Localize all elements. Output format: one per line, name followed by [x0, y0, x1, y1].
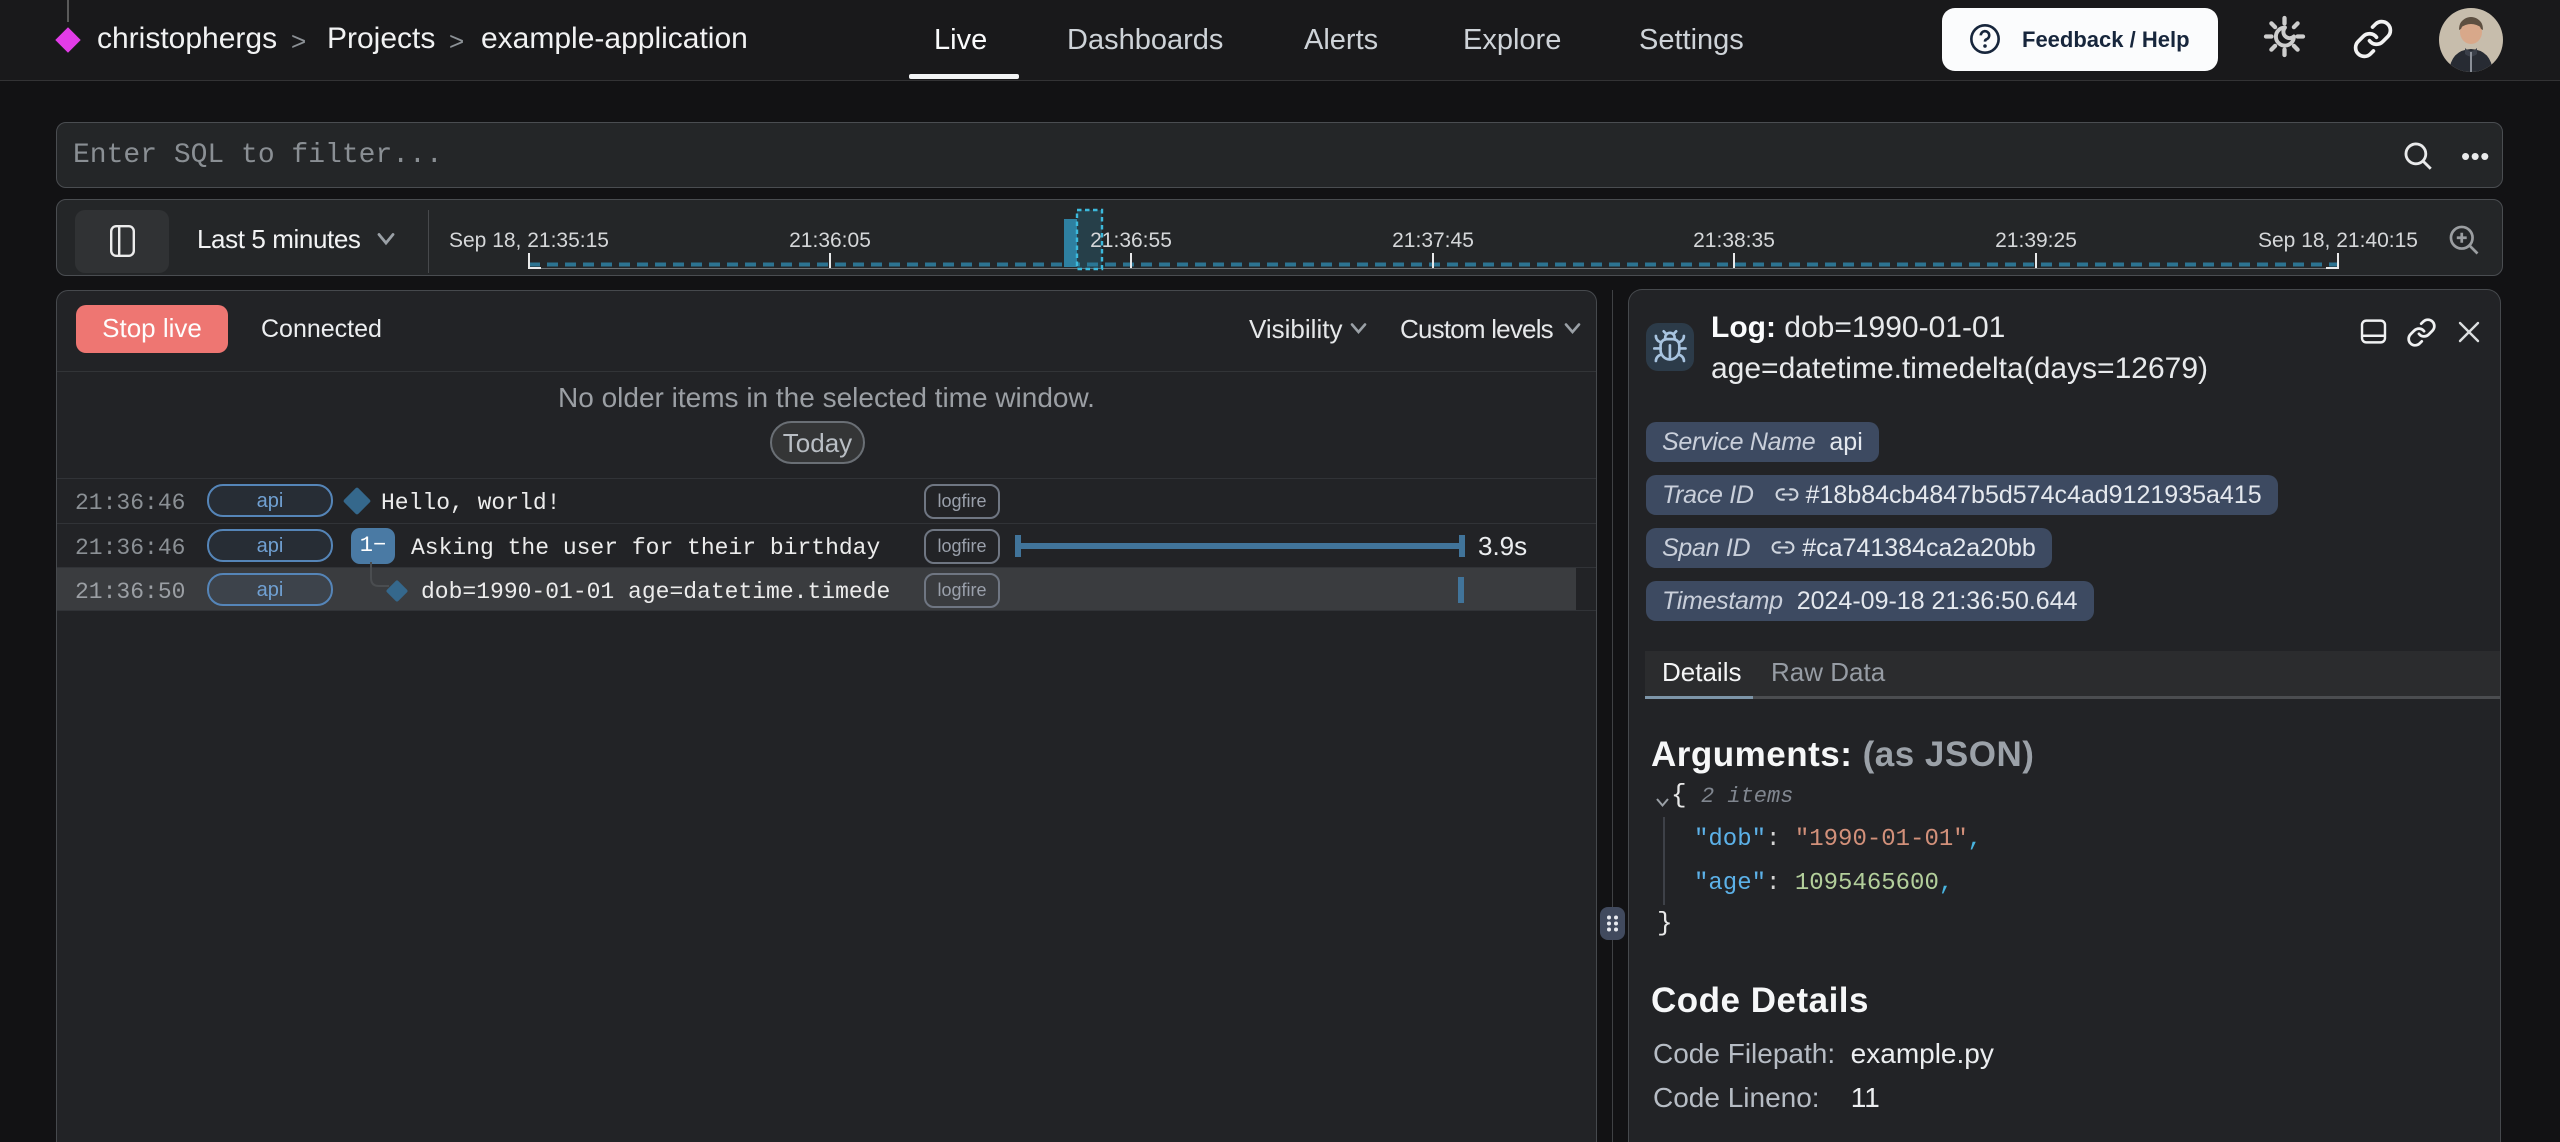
svg-text:21:36:05: 21:36:05	[789, 229, 871, 252]
svg-text:21:36:55: 21:36:55	[1090, 229, 1172, 252]
svg-text:Sep 18, 21:40:15: Sep 18, 21:40:15	[2258, 229, 2418, 252]
svg-text:Sep 18, 21:35:15: Sep 18, 21:35:15	[449, 229, 609, 252]
svg-text:21:38:35: 21:38:35	[1693, 229, 1775, 252]
svg-text:21:39:25: 21:39:25	[1995, 229, 2077, 252]
svg-text:21:37:45: 21:37:45	[1392, 229, 1474, 252]
